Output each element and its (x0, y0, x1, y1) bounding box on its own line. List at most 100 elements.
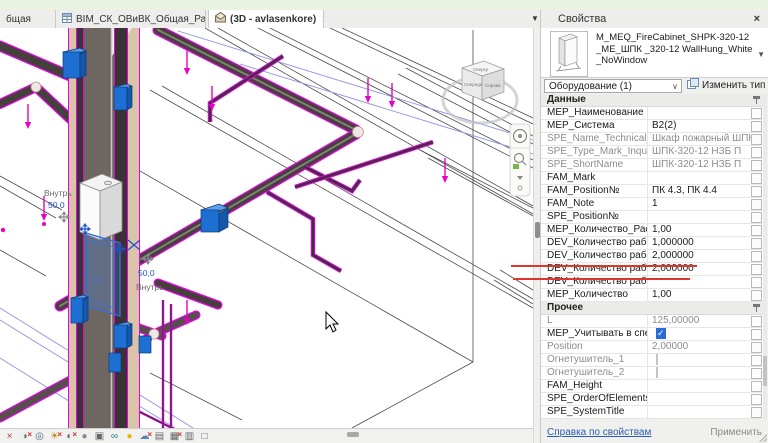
parameter-row: MEP_Наименование п... (541, 107, 765, 120)
parameter-name: Прочее (547, 302, 584, 313)
rendering-dialog-icon[interactable]: ● (77, 430, 92, 443)
associate-parameter-button[interactable] (751, 159, 762, 171)
parameter-row: SPE_SystemTitle (541, 406, 765, 419)
temporary-hide-isolate-icon[interactable]: ∞ (107, 430, 122, 443)
crop-view-icon[interactable]: ▣ (92, 430, 107, 443)
visual-style-icon[interactable]: ◎ (32, 430, 47, 443)
view-tab-partial[interactable]: бщая (0, 10, 56, 28)
parameter-name: SPE_OrderOfElements (541, 393, 648, 405)
scrollbar-thumb[interactable] (763, 356, 767, 386)
pipe-elbow-cap (352, 126, 364, 138)
mouse-cursor (325, 310, 340, 333)
associate-parameter-button[interactable] (751, 406, 762, 418)
associate-parameter-button[interactable] (751, 120, 762, 132)
parameter-value[interactable]: 1,00 (648, 224, 751, 236)
parameter-value[interactable] (648, 172, 751, 184)
sun-path-icon[interactable]: ☀ × (47, 430, 62, 443)
parameter-name: FAM_Height (541, 380, 648, 392)
associate-parameter-button[interactable] (751, 185, 762, 197)
shadows-icon[interactable]: ◐ × (62, 430, 77, 443)
type-preview-image (550, 31, 588, 77)
associate-parameter-button[interactable] (751, 315, 762, 327)
associate-parameter-button[interactable] (751, 393, 762, 405)
associate-parameter-button[interactable] (751, 146, 762, 158)
associate-parameter-button[interactable] (751, 367, 762, 379)
type-dropdown-icon[interactable]: ▼ (757, 50, 765, 59)
close-tab-icon[interactable]: × (322, 14, 323, 25)
checkbox-checked[interactable]: ✓ (656, 328, 666, 339)
associate-parameter-button[interactable] (751, 263, 762, 275)
parameter-value[interactable]: ✓ (648, 328, 751, 340)
close-panel-icon[interactable]: × (754, 13, 760, 25)
category-select[interactable]: Оборудование (1) ∨ (544, 79, 682, 93)
parameter-name: SPE_ShortName (541, 159, 648, 171)
associate-parameter-button[interactable] (751, 224, 762, 236)
parameter-value[interactable] (648, 406, 751, 418)
viewcube-top-label: Сверху (473, 67, 489, 72)
parameter-value[interactable]: В2(2) (648, 120, 751, 132)
section-pin-icon[interactable] (753, 96, 760, 104)
view-tab-3d-active[interactable]: (3D - avlasenkore) × (208, 10, 324, 28)
reveal-hidden-elements-icon[interactable]: ● (122, 430, 137, 443)
viewcube-right-label: Справа (485, 83, 501, 88)
parameter-value: 2,00000 (652, 341, 689, 352)
worksharing-display-icon[interactable]: ☁ × (137, 430, 153, 443)
navigation-bar[interactable] (509, 123, 531, 197)
temporary-view-properties-icon[interactable]: ▤ (152, 430, 167, 443)
parameter-value[interactable]: 1,000000 (648, 237, 751, 249)
selected-cabinet-instance[interactable] (85, 232, 121, 317)
associate-parameter-button[interactable] (751, 289, 762, 301)
view-tab-schedule[interactable]: BIM_СК_ОВиВК_Общая_Разгруппи... (56, 10, 206, 28)
associate-parameter-button[interactable] (751, 211, 762, 223)
apply-button[interactable]: Применить (710, 427, 762, 438)
associate-parameter-button[interactable] (751, 328, 762, 340)
tab-list-arrow-icon[interactable]: ▼ (531, 14, 539, 23)
parameter-name: FAM_Note (541, 198, 648, 210)
edit-type-button[interactable]: Изменить тип (687, 78, 766, 93)
properties-title-bar[interactable]: Свойства × (541, 10, 768, 28)
offset-dimension[interactable]: 50,0 (48, 200, 65, 210)
associate-parameter-button[interactable] (751, 133, 762, 145)
associate-parameter-button[interactable] (751, 250, 762, 262)
tab-label: BIM_СК_ОВиВК_Общая_Разгруппи... (76, 13, 206, 25)
3d-viewport[interactable]: Внутрь 50,0 50,0 Внутрь Сверху Спереди С… (0, 28, 533, 428)
grid-scrollbar[interactable] (763, 94, 767, 421)
parameter-value[interactable] (648, 107, 751, 119)
edit-type-label: Изменить тип (702, 80, 766, 91)
parameter-value[interactable]: ПК 4.3, ПК 4.4 (648, 185, 751, 197)
constraints-icon[interactable]: ▥ (182, 430, 197, 443)
offset-label: Внутрь (44, 188, 72, 198)
associate-parameter-button[interactable] (751, 237, 762, 249)
parameter-value[interactable]: 1 (648, 198, 751, 210)
associate-parameter-button[interactable] (751, 276, 762, 288)
viewcube[interactable]: Сверху Спереди Справа (441, 60, 519, 125)
horizontal-scrollbar-thumb[interactable] (347, 432, 359, 437)
associate-parameter-button[interactable] (751, 354, 762, 366)
parameter-value[interactable]: 2,000000 (648, 250, 751, 262)
associate-parameter-button[interactable] (751, 107, 762, 119)
detail-level-icon[interactable]: ◑ × (17, 430, 32, 443)
associate-parameter-button[interactable] (751, 198, 762, 210)
checkbox-unchecked[interactable] (656, 354, 658, 365)
associate-parameter-button[interactable] (751, 172, 762, 184)
type-selector[interactable]: M_MEQ_FireCabinet_SHPK-320-12_ME_ШПК _32… (541, 28, 768, 78)
parameter-value[interactable] (648, 211, 751, 223)
checkbox-unchecked[interactable] (656, 367, 658, 378)
associate-parameter-button[interactable] (751, 341, 762, 353)
parameter-name: Огнетушитель_1 (541, 354, 648, 366)
displacement-sets-icon[interactable]: □ (197, 430, 212, 443)
section-pin-icon[interactable] (753, 304, 760, 312)
parameter-value[interactable]: 1,00 (648, 289, 751, 301)
small-pipes[interactable] (91, 54, 434, 428)
analytical-model-icon[interactable]: ▦ × (167, 430, 182, 443)
offset-dimension[interactable]: 50,0 (138, 268, 155, 278)
parameter-value[interactable] (648, 380, 751, 392)
properties-help-link[interactable]: Справка по свойствам (547, 427, 651, 438)
parameter-value[interactable] (648, 393, 751, 405)
scale-icon[interactable]: × (2, 430, 17, 443)
associate-parameter-button[interactable] (751, 380, 762, 392)
resize-grip[interactable] (759, 434, 767, 442)
fire-cabinet-geometry[interactable] (78, 173, 124, 241)
zoom-extent-icon (513, 164, 519, 169)
pipes[interactable] (0, 28, 364, 423)
